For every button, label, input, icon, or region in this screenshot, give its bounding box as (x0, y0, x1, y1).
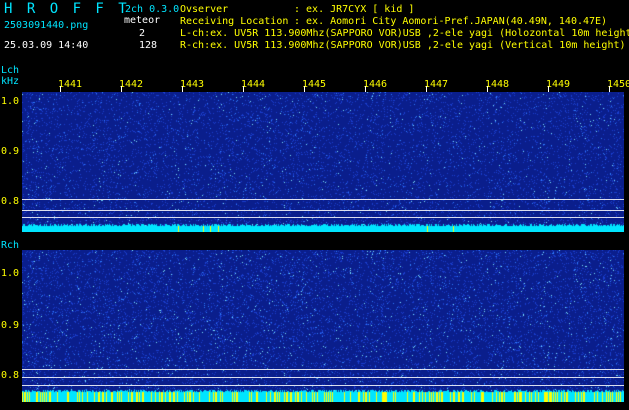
rch-info: R-ch:ex. UV5R 113.900Mhz(SAPPORO VOR)USB… (180, 40, 626, 51)
lch-noise (22, 92, 624, 232)
rch-marker-line (22, 369, 624, 370)
observer-label: Ovserver (180, 4, 229, 15)
lch-unit: kHz (1, 76, 20, 87)
rch-spectrogram (22, 250, 624, 402)
lch-ytick-0-8: 0.8 (1, 196, 20, 207)
time-tick-label: 1443 (180, 79, 205, 90)
time-tick-label: 1442 (119, 79, 144, 90)
lch-label: Lch (1, 65, 20, 76)
observer-value: : ex. JR7CYX [ kid ] (294, 4, 415, 15)
rch-ytick-0-8: 0.8 (1, 370, 20, 381)
rch-marker-line (22, 377, 624, 378)
location-label: Receiving Location (180, 16, 289, 27)
time-tick-label: 1450 (607, 79, 629, 90)
rch-marker-line (22, 385, 624, 386)
time-tick-label: 1447 (424, 79, 449, 90)
time-tick-label: 1446 (363, 79, 388, 90)
rch-noise (22, 250, 624, 402)
rch-ytick-1-0: 1.0 (1, 268, 20, 279)
lch-info: L-ch:ex. UV5R 113.900Mhz(SAPPORO VOR)USB… (180, 28, 629, 39)
time-tick-label: 1441 (58, 79, 83, 90)
time-tick-label: 1448 (485, 79, 510, 90)
lch-marker-line (22, 199, 624, 200)
rch-meteor-count: 128 (139, 40, 158, 51)
lch-meteor-count: 2 (139, 28, 146, 39)
filename: 2503091440.png (4, 20, 89, 31)
rch-label: Rch (1, 240, 20, 251)
time-tick-label: 1445 (302, 79, 327, 90)
lch-ytick-0-9: 0.9 (1, 146, 20, 157)
rch-ytick-0-9: 0.9 (1, 320, 20, 331)
time-tick-label: 1449 (546, 79, 571, 90)
datetime: 25.03.09 14:40 (4, 40, 89, 51)
location-value: : ex. Aomori City Aomori-Pref.JAPAN(40.4… (294, 16, 608, 27)
meteor-label: meteor (124, 15, 161, 26)
app-title: H R O F F T (4, 1, 130, 17)
lch-marker-line (22, 210, 624, 211)
lch-spectrogram (22, 92, 624, 232)
lch-marker-line (22, 217, 624, 218)
lch-ytick-1-0: 1.0 (1, 96, 20, 107)
time-tick-label: 1444 (241, 79, 266, 90)
mode-label: 2ch 0.3.0 (125, 4, 180, 15)
